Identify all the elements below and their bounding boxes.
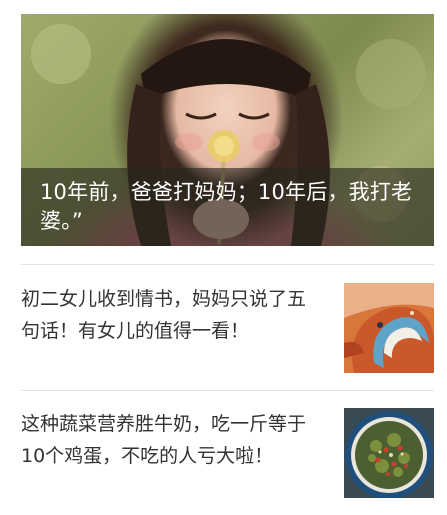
divider	[21, 390, 434, 391]
news-feed: 10年前，爸爸打妈妈；10年后，我打老婆。” 初二女儿收到情书，妈妈只说了五句话…	[0, 0, 447, 515]
article-title: 这种蔬菜营养胜牛奶，吃一斤等于10个鸡蛋，不吃的人亏大啦！	[21, 413, 307, 467]
list-item[interactable]: 这种蔬菜营养胜牛奶，吃一斤等于10个鸡蛋，不吃的人亏大啦！	[21, 408, 434, 500]
article-thumbnail	[344, 408, 434, 498]
featured-article-title: 10年前，爸爸打妈妈；10年后，我打老婆。”	[40, 180, 413, 233]
featured-article-card[interactable]: 10年前，爸爸打妈妈；10年后，我打老婆。”	[21, 14, 434, 246]
article-title: 初二女儿收到情书，妈妈只说了五句话！有女儿的值得一看！	[21, 288, 307, 342]
divider	[21, 264, 434, 265]
list-item[interactable]: 初二女儿收到情书，妈妈只说了五句话！有女儿的值得一看！	[21, 283, 434, 375]
article-thumbnail	[344, 283, 434, 373]
